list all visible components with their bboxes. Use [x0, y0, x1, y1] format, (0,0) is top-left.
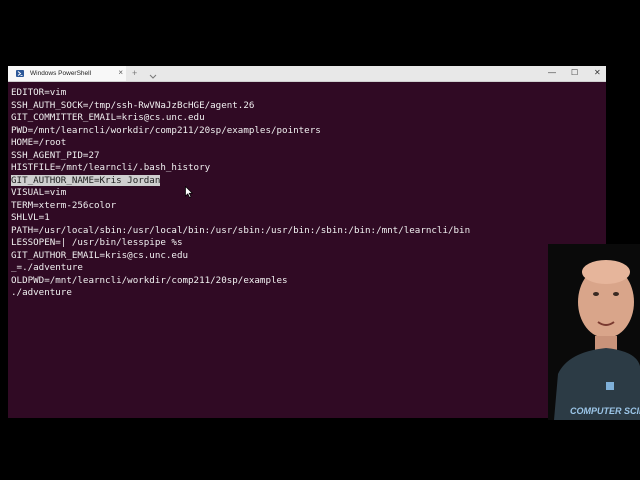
title-bar: Windows PowerShell × + — ☐ ✕ — [8, 66, 606, 82]
terminal-line-text: OLDPWD=/mnt/learncli/workdir/comp211/20s… — [11, 274, 288, 286]
terminal-line-text: _=./adventure — [11, 262, 83, 273]
terminal-line-text: ./adventure — [11, 287, 72, 298]
terminal-line: HOME=/root — [11, 137, 606, 150]
terminal-line: LESSOPEN=| /usr/bin/lesspipe %s — [11, 237, 606, 250]
terminal-line: GIT_AUTHOR_EMAIL=kris@cs.unc.edu — [11, 250, 606, 263]
terminal-line-text: GIT_COMMITTER_EMAIL=kris@cs.unc.edu — [11, 112, 205, 123]
terminal-line-text: VISUAL=vim — [11, 187, 67, 198]
terminal-line: SSH_AUTH_SOCK=/tmp/ssh-RwVNaJzBcHGE/agen… — [11, 100, 606, 113]
terminal-line-text: SSH_AUTH_SOCK=/tmp/ssh-RwVNaJzBcHGE/agen… — [11, 99, 255, 111]
terminal-line-text: LESSOPEN=| /usr/bin/lesspipe %s — [11, 237, 183, 248]
terminal-output[interactable]: EDITOR=vim SSH_AUTH_SOCK=/tmp/ssh-RwVNaJz… — [11, 87, 606, 418]
terminal-line: VISUAL=vim — [11, 187, 606, 200]
tab-title: Windows PowerShell — [30, 70, 92, 77]
terminal-line-text: TERM=xterm-256color — [11, 199, 117, 211]
terminal-line-text: EDITOR=vim — [11, 87, 67, 98]
terminal-line: TERM=xterm-256color — [11, 200, 606, 213]
terminal-line: ./adventure — [11, 287, 606, 300]
terminal-line: OLDPWD=/mnt/learncli/workdir/comp211/20s… — [11, 275, 606, 288]
terminal-line: GIT_AUTHOR_NAME=Kris Jordan — [11, 174, 606, 188]
terminal-line: PATH=/usr/local/sbin:/usr/local/bin:/usr… — [11, 225, 606, 238]
presenter-image: COMPUTER SCIE — [548, 244, 640, 420]
selected-text: GIT_AUTHOR_NAME=Kris Jordan — [11, 174, 161, 186]
terminal-line: SSH_AGENT_PID=27 — [11, 150, 606, 163]
webcam-overlay: COMPUTER SCIE — [548, 244, 640, 420]
terminal-window: Windows PowerShell × + — ☐ ✕ EDITOR=vim S… — [8, 66, 606, 418]
terminal-line: _=./adventure — [11, 262, 606, 275]
chevron-down-icon[interactable] — [148, 68, 158, 79]
tab-powershell[interactable]: Windows PowerShell × — [8, 66, 126, 81]
terminal-line-text: HISTFILE=/mnt/learncli/.bash_history — [11, 162, 211, 173]
shirt-text: COMPUTER SCIE — [570, 406, 640, 416]
mouse-pointer-icon — [185, 186, 193, 198]
close-button[interactable]: ✕ — [594, 67, 601, 79]
terminal-line: EDITOR=vim — [11, 87, 606, 100]
terminal-line: HISTFILE=/mnt/learncli/.bash_history — [11, 162, 606, 175]
terminal-line: SHLVL=1 — [11, 212, 606, 225]
powershell-icon — [16, 70, 24, 77]
terminal-line-text: PWD=/mnt/learncli/workdir/comp211/20sp/e… — [11, 124, 321, 136]
new-tab-button[interactable]: + — [132, 67, 137, 79]
terminal-line: GIT_COMMITTER_EMAIL=kris@cs.unc.edu — [11, 112, 606, 125]
terminal-line-text: SSH_AGENT_PID=27 — [11, 149, 100, 161]
terminal-line: PWD=/mnt/learncli/workdir/comp211/20sp/e… — [11, 125, 606, 138]
terminal-line-text: HOME=/root — [11, 137, 67, 148]
terminal-line-text: PATH=/usr/local/sbin:/usr/local/bin:/usr… — [11, 224, 471, 236]
terminal-line-text: SHLVL=1 — [11, 212, 50, 223]
minimize-button[interactable]: — — [548, 67, 556, 79]
maximize-button[interactable]: ☐ — [571, 67, 578, 79]
terminal-line-text: GIT_AUTHOR_EMAIL=kris@cs.unc.edu — [11, 249, 189, 261]
tab-close-icon[interactable]: × — [118, 68, 123, 78]
